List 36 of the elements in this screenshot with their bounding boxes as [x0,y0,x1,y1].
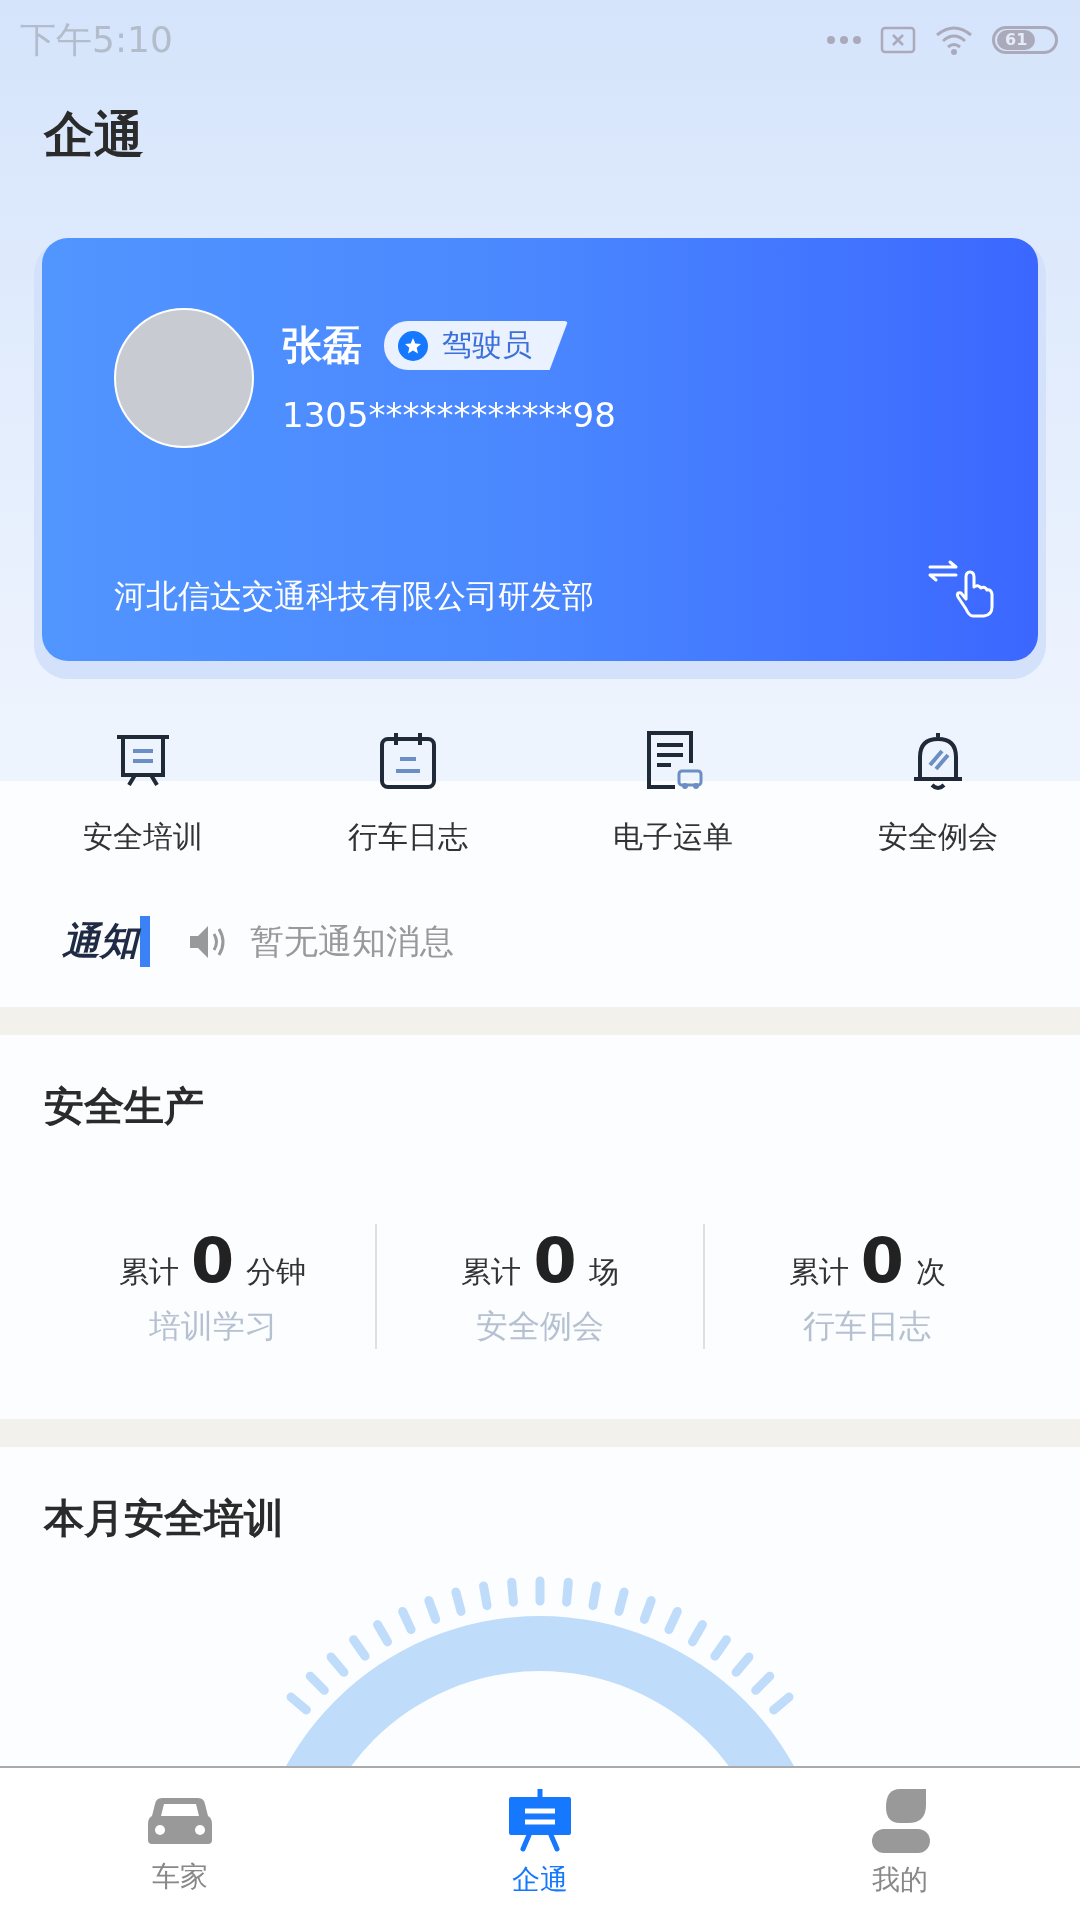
stat-unit: 分钟 [246,1253,307,1291]
stat-label: 行车日志 [803,1306,932,1347]
stat-prefix: 累计 [461,1253,522,1291]
person-icon [870,1789,930,1853]
stat-value: 0 [191,1224,235,1297]
switch-hand-icon[interactable] [926,559,996,619]
sim-card-icon [880,26,916,54]
section-title: 安全生产 [43,1082,205,1131]
stat-prefix: 累计 [119,1253,180,1291]
phone-number: 1305************98 [282,395,616,435]
section-title: 本月安全培训 [42,1494,285,1543]
notice-logo: 通知 [62,916,150,967]
shortcut-button[interactable]: 安全例会 [805,721,1070,866]
role-label: 驾驶员 [442,326,532,364]
stat-value: 0 [860,1224,904,1297]
stat-unit: 场 [588,1253,619,1291]
nav-tab[interactable]: 我的 [720,1768,1080,1920]
more-dots-icon [826,35,862,45]
presentation-board-icon [507,1789,573,1853]
battery-icon: 61 [992,26,1058,54]
user-name: 张磊 [282,321,362,370]
shortcut-button[interactable]: 行车日志 [275,721,540,866]
star-badge-icon [398,330,428,361]
nav-tab[interactable]: 企通 [360,1768,720,1920]
stat-value: 0 [533,1224,577,1297]
stat-label: 培训学习 [148,1306,277,1347]
page-title: 企通 [44,105,145,166]
nav-tab[interactable]: 车家 [0,1768,360,1920]
stat-label: 安全例会 [476,1306,604,1347]
stat-unit: 次 [915,1253,946,1291]
notice-text: 暂无通知消息 [250,919,454,963]
shortcut-button[interactable]: 安全培训 [10,721,275,866]
wifi-icon [934,24,974,56]
shortcut-button[interactable]: 电子运单 [540,721,805,866]
stat-prefix: 累计 [788,1253,849,1291]
company-name: 河北信达交通科技有限公司研发部 [114,576,594,617]
